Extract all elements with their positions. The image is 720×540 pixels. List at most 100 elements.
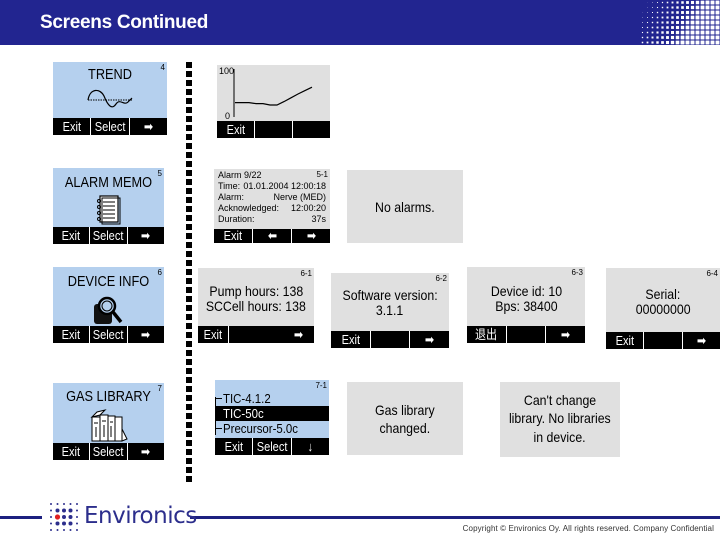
alarm-detail-row: Acknowledged: 12:00:20 [218, 203, 326, 214]
halftone-dot [646, 36, 649, 39]
screen-software-version: 6-2 Software version: 3.1.1 Exit ➡ [331, 273, 449, 348]
halftone-dot [680, 30, 685, 35]
select-softkey[interactable]: Select [89, 443, 126, 460]
exit-softkey[interactable]: Exit [53, 227, 89, 244]
softkey-bar: Exit Select ➡ [53, 443, 164, 460]
halftone-dot [680, 15, 685, 20]
halftone-dot [666, 6, 669, 9]
next-arrow-softkey[interactable]: ➡ [409, 331, 449, 348]
blank-softkey[interactable] [292, 121, 330, 138]
select-softkey[interactable]: Select [89, 227, 126, 244]
alarm-field-label: Duration: [218, 214, 255, 224]
halftone-dot [686, 6, 689, 9]
exit-softkey[interactable]: Exit [331, 331, 370, 348]
blank-softkey[interactable] [505, 326, 546, 343]
next-arrow-softkey[interactable]: ➡ [681, 332, 720, 349]
next-arrow-softkey[interactable]: ➡ [126, 326, 164, 343]
halftone-dot [690, 30, 695, 35]
screen-alarm-detail: 5-1 Alarm 9/22 Time: 01.01.2004 12:00:18 Al… [214, 169, 330, 243]
halftone-dot [661, 11, 664, 14]
halftone-dot [710, 30, 715, 35]
exit-softkey[interactable]: Exit [215, 438, 252, 455]
prev-arrow-softkey[interactable]: ⬅ [252, 229, 291, 243]
footer-rule-right [190, 516, 720, 519]
alarm-detail-row: Duration: 37s [218, 214, 326, 225]
exit-softkey[interactable]: Exit [198, 326, 228, 343]
blank-softkey[interactable] [228, 326, 283, 343]
screen-device-info[interactable]: 6 DEVICE INFO Exit Select ➡ [53, 267, 164, 343]
select-softkey[interactable]: Select [89, 326, 126, 343]
library-item[interactable]: TIC-4.1.2 [215, 391, 329, 406]
halftone-dot [676, 1, 679, 4]
screen-title: TREND [88, 66, 132, 83]
halftone-dot [661, 21, 664, 24]
logo-dot [62, 515, 66, 519]
screen-device-id: 6-3 Device id: 10 Bps: 38400 退出 ➡ [467, 267, 585, 343]
halftone-dot [646, 31, 649, 34]
halftone-dot [705, 10, 710, 15]
halftone-dot [695, 10, 700, 15]
blank-softkey[interactable] [643, 332, 681, 349]
alarm-field-value: 12:00:20 [290, 203, 326, 213]
halftone-dot [710, 10, 715, 15]
halftone-dot [715, 20, 720, 25]
halftone-dot [705, 0, 710, 5]
exit-softkey[interactable]: 退出 [467, 326, 506, 343]
logo-dot [76, 529, 78, 531]
screen-title: ALARM MEMO [64, 174, 153, 191]
logo-dot [68, 521, 73, 526]
library-list: TIC-4.1.2 TIC-50c Precursor-5.0c [215, 391, 329, 436]
halftone-dot [652, 2, 653, 3]
alarm-detail-row: Alarm: Nerve (MED) [218, 192, 326, 203]
halftone-dot [685, 35, 690, 40]
halftone-dot [705, 25, 710, 30]
notebook-icon [97, 195, 121, 225]
softkey-bar: Exit ➡ [198, 326, 314, 343]
halftone-dot [685, 10, 690, 15]
halftone-dot [675, 30, 680, 35]
next-arrow-softkey[interactable]: ➡ [126, 443, 164, 460]
alarm-field-label: Alarm: [218, 192, 245, 202]
screen-alarm-memo[interactable]: 5 ALARM MEMO Exit Select ➡ [53, 168, 164, 244]
exit-softkey[interactable]: Exit [214, 229, 252, 243]
halftone-dot [705, 15, 710, 20]
exit-softkey[interactable]: Exit [53, 443, 89, 460]
exit-softkey[interactable]: Exit [217, 121, 254, 138]
next-arrow-softkey[interactable]: ➡ [126, 227, 164, 244]
halftone-dot [676, 16, 679, 19]
blank-softkey[interactable] [254, 121, 292, 138]
screen-trend[interactable]: 4 TREND Exit Select ➡ [53, 62, 167, 135]
screen-gas-library[interactable]: 7 GAS LIBRARY Exit Select ➡ [53, 383, 164, 460]
next-arrow-softkey[interactable]: ➡ [128, 118, 167, 135]
cant-change-line2: library. No libraries [509, 410, 611, 426]
alarm-detail-row: Alarm 9/22 [218, 170, 326, 181]
halftone-dot [680, 20, 685, 25]
halftone-dot [656, 36, 659, 39]
next-arrow-softkey[interactable]: ➡ [284, 326, 314, 343]
halftone-dot [651, 41, 654, 44]
next-arrow-softkey[interactable]: ➡ [291, 229, 330, 243]
library-changed-line2: changed. [379, 420, 431, 436]
select-softkey[interactable]: Select [252, 438, 290, 455]
exit-softkey[interactable]: Exit [53, 118, 90, 135]
halftone-dot [661, 6, 664, 9]
trend-wave-icon [87, 89, 133, 108]
halftone-dot [671, 21, 674, 24]
halftone-dot [700, 10, 705, 15]
next-arrow-softkey[interactable]: ➡ [545, 326, 585, 343]
blank-softkey[interactable] [369, 331, 410, 348]
select-softkey[interactable]: Select [90, 118, 128, 135]
halftone-pattern-icon [641, 0, 720, 45]
softkey-bar: 退出 ➡ [467, 326, 585, 343]
halftone-dot [690, 40, 695, 45]
down-arrow-softkey[interactable]: ↓ [290, 438, 329, 455]
library-item[interactable]: TIC-50c [215, 406, 329, 421]
halftone-dot [671, 6, 674, 9]
halftone-dot [676, 6, 679, 9]
halftone-dot [652, 12, 653, 13]
exit-softkey[interactable]: Exit [606, 332, 643, 349]
library-item[interactable]: Precursor-5.0c [215, 421, 329, 436]
screen-no-alarms: No alarms. [347, 170, 463, 243]
halftone-dot [641, 41, 644, 44]
exit-softkey[interactable]: Exit [53, 326, 89, 343]
